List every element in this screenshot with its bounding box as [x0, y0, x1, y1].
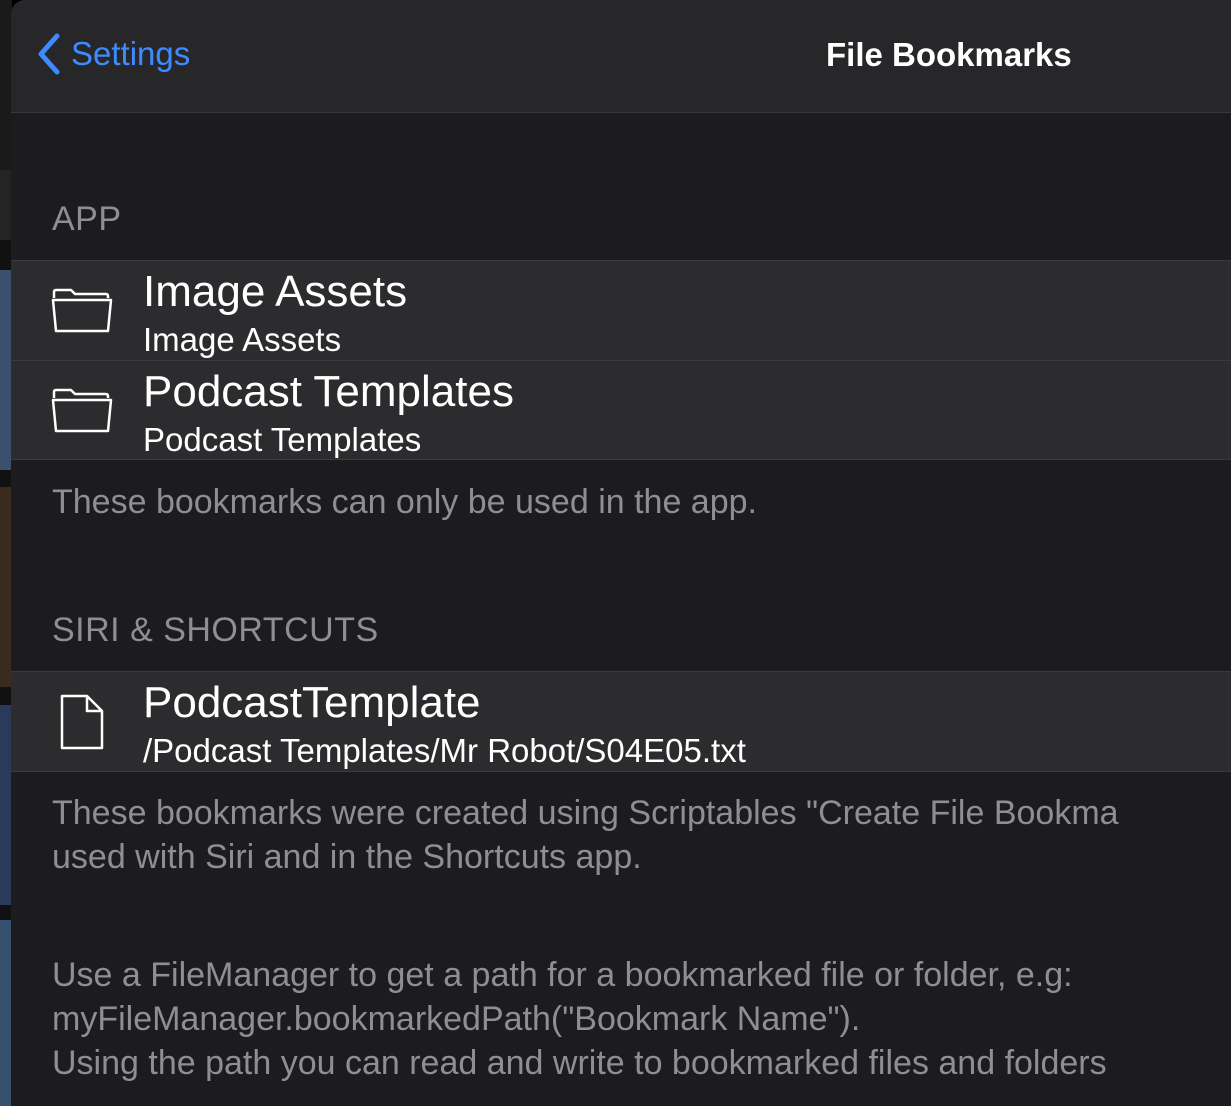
folder-icon [51, 388, 113, 433]
help-text: Use a FileManager to get a path for a bo… [52, 953, 1107, 1085]
footer-line: These bookmarks were created using Scrip… [52, 794, 1119, 832]
chevron-left-icon [38, 33, 60, 75]
document-icon [60, 694, 104, 750]
navigation-bar: Settings File Bookmarks [11, 0, 1231, 113]
section-header-app: APP [52, 200, 122, 238]
bookmark-subtitle: /Podcast Templates/Mr Robot/S04E05.txt [143, 732, 746, 769]
bookmark-title: Image Assets [143, 267, 408, 316]
bookmark-row-podcasttemplate[interactable]: PodcastTemplate /Podcast Templates/Mr Ro… [11, 672, 1231, 771]
bookmark-title: PodcastTemplate [143, 678, 481, 727]
section-header-shortcuts: SIRI & SHORTCUTS [52, 611, 379, 649]
bookmark-subtitle: Image Assets [143, 321, 342, 358]
help-line: myFileManager.bookmarkedPath("Bookmark N… [52, 1000, 861, 1038]
shortcuts-bookmarks-group: PodcastTemplate /Podcast Templates/Mr Ro… [11, 671, 1231, 772]
section-footer-app: These bookmarks can only be used in the … [52, 483, 757, 521]
help-line: Use a FileManager to get a path for a bo… [52, 956, 1073, 994]
bookmark-row-podcast-templates[interactable]: Podcast Templates Podcast Templates [11, 360, 1231, 459]
footer-line: used with Siri and in the Shortcuts app. [52, 838, 642, 876]
bookmark-row-image-assets[interactable]: Image Assets Image Assets [11, 261, 1231, 360]
section-footer-shortcuts: These bookmarks were created using Scrip… [52, 791, 1119, 879]
app-bookmarks-group: Image Assets Image Assets Podcast Templa… [11, 260, 1231, 460]
bookmark-subtitle: Podcast Templates [143, 421, 422, 458]
settings-panel: Settings File Bookmarks APP Image Assets… [11, 0, 1231, 1106]
back-button-label: Settings [71, 35, 191, 72]
help-line: Using the path you can read and write to… [52, 1044, 1107, 1082]
back-button[interactable]: Settings [35, 32, 190, 76]
bookmark-title: Podcast Templates [143, 367, 514, 416]
folder-icon [51, 288, 113, 333]
page-title: File Bookmarks [826, 36, 1072, 73]
